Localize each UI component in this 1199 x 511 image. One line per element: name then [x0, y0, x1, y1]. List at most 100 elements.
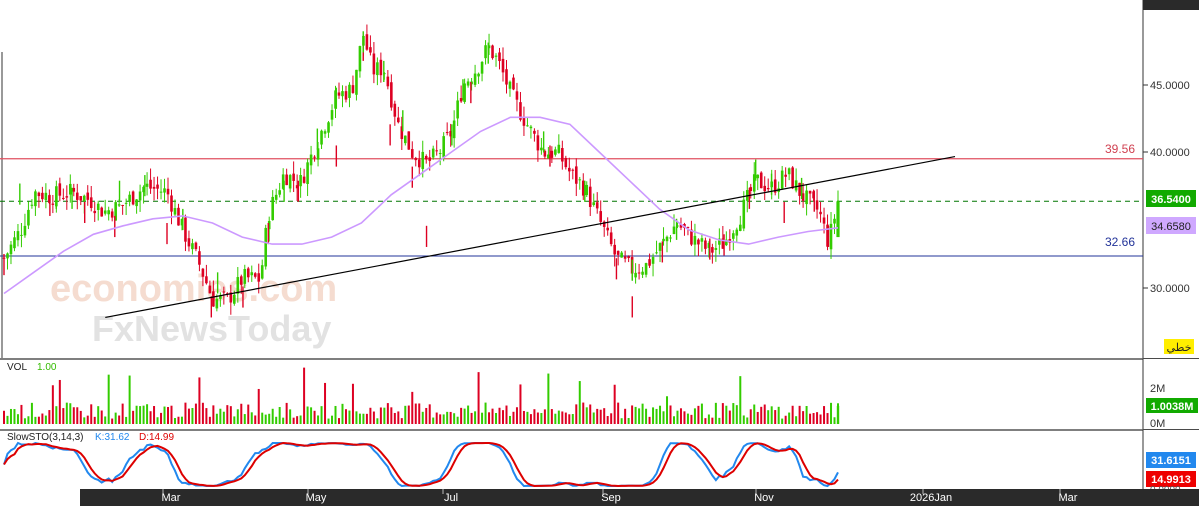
- candle-body: [424, 156, 428, 160]
- volume-bar: [425, 407, 428, 424]
- candle-body: [41, 192, 44, 200]
- candle-body: [515, 91, 519, 100]
- candle-body: [34, 191, 37, 207]
- candle-body: [606, 227, 609, 231]
- volume-tick-2m: 2M: [1150, 383, 1165, 395]
- volume-bar: [184, 402, 187, 424]
- candle-body: [201, 268, 205, 277]
- candle-body: [69, 183, 72, 195]
- volume-bar: [163, 406, 166, 424]
- candle-body: [128, 194, 131, 202]
- volume-bar: [198, 377, 201, 424]
- candle-body: [348, 84, 351, 98]
- stochastic-k-label: K:31.62: [95, 432, 130, 443]
- volume-bar: [784, 415, 787, 424]
- volume-bar: [634, 406, 637, 424]
- chart-root: economies.com FxNewsToday 39.56 32.66 45…: [0, 0, 1199, 506]
- volume-bar: [526, 411, 529, 424]
- candle-body: [571, 169, 575, 171]
- volume-bar: [823, 406, 826, 424]
- volume-bar: [791, 405, 794, 424]
- volume-bar: [662, 411, 665, 424]
- volume-bar: [167, 407, 170, 424]
- volume-bar: [327, 418, 330, 424]
- volume-bar: [435, 412, 438, 424]
- chart-canvas: economies.com FxNewsToday 39.56 32.66 45…: [0, 0, 1199, 506]
- volume-bar: [781, 418, 784, 424]
- volume-bar: [351, 383, 354, 424]
- candle-body: [536, 135, 540, 151]
- volume-bar: [575, 404, 578, 424]
- candle-body: [351, 85, 355, 93]
- candle-body: [264, 227, 268, 267]
- volume-bar: [767, 410, 770, 424]
- candle-body: [613, 244, 616, 255]
- candle-body: [191, 243, 194, 250]
- candle-body: [278, 190, 281, 195]
- volume-bar: [268, 413, 271, 424]
- volume-bar: [128, 375, 131, 424]
- volume-bar: [578, 381, 581, 424]
- candle-body: [714, 248, 718, 250]
- candle-body: [697, 239, 700, 245]
- candle-body: [341, 91, 344, 97]
- candle-body: [438, 153, 442, 155]
- volume-bar: [222, 411, 225, 424]
- candle-body: [494, 55, 498, 57]
- volume-bar: [383, 407, 386, 424]
- candle-body: [20, 234, 23, 236]
- volume-bar: [156, 417, 159, 424]
- volume-bar: [264, 414, 267, 424]
- candle-body: [662, 238, 665, 242]
- time-axis-bar[interactable]: [80, 489, 1199, 506]
- candle-body: [561, 148, 564, 162]
- candle-body: [648, 259, 651, 266]
- volume-bar: [777, 406, 780, 424]
- volume-bar: [672, 416, 675, 424]
- candle-body: [390, 82, 393, 108]
- volume-bar: [659, 405, 662, 424]
- candle-body: [456, 100, 459, 119]
- volume-bar: [93, 416, 96, 424]
- candle-body: [302, 176, 306, 183]
- volume-bar: [491, 408, 494, 424]
- volume-bar: [830, 402, 833, 424]
- candle-body: [501, 58, 505, 73]
- volume-bar: [236, 409, 239, 424]
- candle-body: [135, 199, 138, 207]
- candle-body: [738, 224, 742, 231]
- volume-bar: [666, 396, 669, 424]
- drawing-tool-label: خطي: [1167, 342, 1192, 354]
- candle-body: [306, 162, 309, 184]
- volume-bar: [613, 384, 616, 424]
- volume-bar: [463, 408, 466, 424]
- volume-bar: [135, 405, 138, 424]
- candle-body: [23, 225, 27, 236]
- volume-bar: [62, 408, 65, 424]
- candle-body: [512, 77, 515, 90]
- volume-bar: [390, 407, 393, 424]
- volume-bar: [707, 414, 710, 424]
- price-axis-top-strip: [1143, 0, 1199, 10]
- volume-bar: [317, 415, 320, 424]
- candle-body: [658, 243, 662, 251]
- candle-body: [13, 237, 16, 249]
- candle-body: [585, 184, 589, 196]
- candle-body: [805, 190, 808, 205]
- ma-value-badge-text: 34.6580: [1151, 221, 1191, 233]
- volume-bar: [585, 407, 588, 424]
- candle-body: [766, 187, 770, 190]
- volume-bar: [320, 406, 323, 424]
- volume-bar: [16, 414, 19, 424]
- volume-bar: [561, 411, 564, 424]
- volume-bar: [358, 413, 361, 424]
- volume-bar: [554, 413, 557, 424]
- price-axis-bg: [1143, 0, 1199, 358]
- volume-bar: [69, 403, 72, 424]
- candle-body: [327, 122, 330, 133]
- volume-bar: [299, 415, 302, 424]
- candle-body: [756, 174, 760, 179]
- volume-bar: [254, 415, 257, 424]
- candle-body: [170, 195, 173, 212]
- candle-body: [498, 52, 501, 62]
